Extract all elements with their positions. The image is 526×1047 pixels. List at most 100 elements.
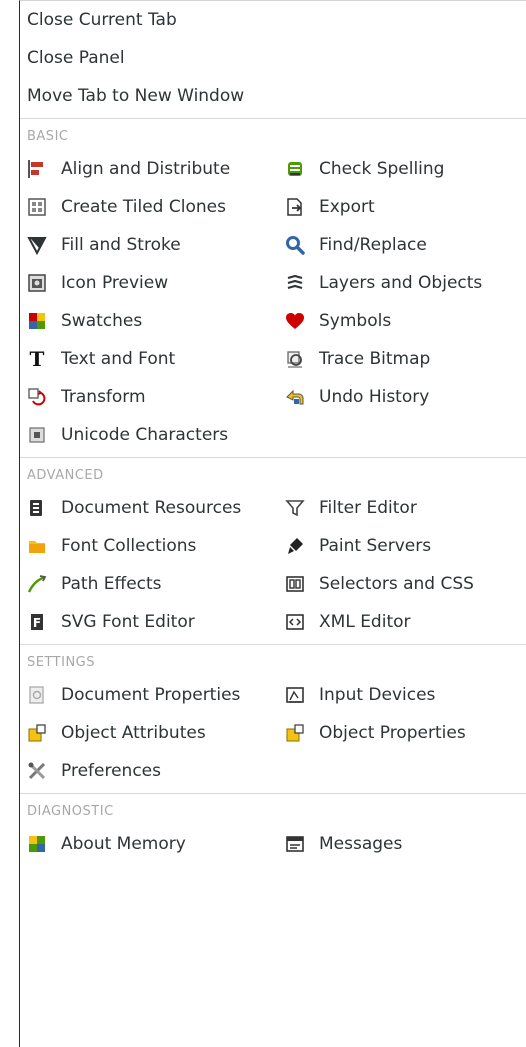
menu-item-label: Layers and Objects: [319, 273, 483, 293]
menu-item-input-devices[interactable]: Input Devices: [278, 676, 526, 714]
menu-item-label: Unicode Characters: [61, 425, 229, 445]
svg-text:T: T: [30, 349, 45, 369]
font-collections-icon: [27, 536, 47, 556]
menu-item-label: Align and Distribute: [61, 159, 231, 179]
svg-font-editor-icon: F: [27, 612, 47, 632]
menu-item-label: Document Resources: [61, 498, 242, 518]
menu-item-paint-servers[interactable]: Paint Servers: [278, 527, 526, 565]
undo-history-icon: [285, 387, 305, 407]
menu-item-undo-history[interactable]: Undo History: [278, 378, 526, 416]
close-current-tab-item[interactable]: Close Current Tab: [20, 1, 526, 39]
menu-item-document-resources[interactable]: Document Resources: [20, 489, 278, 527]
path-effects-icon: [27, 574, 47, 594]
menu-item-label: XML Editor: [319, 612, 411, 632]
close-panel-item[interactable]: Close Panel: [20, 39, 526, 77]
menu-item-document-properties[interactable]: Document Properties: [20, 676, 278, 714]
menu-item-font-collections[interactable]: Font Collections: [20, 527, 278, 565]
menu-item-label: Swatches: [61, 311, 143, 331]
trace-bitmap-icon: [285, 349, 305, 369]
menu-item-xml-editor[interactable]: XML Editor: [278, 603, 526, 641]
menu-item-label: Font Collections: [61, 536, 197, 556]
menu-item-layers-and-objects[interactable]: Layers and Objects: [278, 264, 526, 302]
menu-item-label: Undo History: [319, 387, 430, 407]
menu-item-label: Input Devices: [319, 685, 436, 705]
fill-stroke-icon: [27, 235, 47, 255]
advanced-items-grid: Document Resources Filter Editor Font Co…: [20, 489, 526, 641]
menu-item-about-memory[interactable]: About Memory: [20, 825, 278, 863]
menu-item-export[interactable]: Export: [278, 188, 526, 226]
menu-item-trace-bitmap[interactable]: Trace Bitmap: [278, 340, 526, 378]
menu-item-transform[interactable]: Transform: [20, 378, 278, 416]
heart-icon: [285, 311, 305, 331]
menu-item-create-tiled-clones[interactable]: Create Tiled Clones: [20, 188, 278, 226]
transform-icon: [27, 387, 47, 407]
menu-item-icon-preview[interactable]: Icon Preview: [20, 264, 278, 302]
basic-items-grid: Align and Distribute Check Spelling Crea…: [20, 150, 526, 454]
menu-item-align-and-distribute[interactable]: Align and Distribute: [20, 150, 278, 188]
menu-item-path-effects[interactable]: Path Effects: [20, 565, 278, 603]
menu-item-label: Transform: [61, 387, 146, 407]
preferences-icon: [27, 761, 47, 781]
tiled-clones-icon: [27, 197, 47, 217]
menu-item-fill-and-stroke[interactable]: Fill and Stroke: [20, 226, 278, 264]
align-icon: [27, 159, 47, 179]
separator: [20, 457, 526, 458]
object-properties-icon: [285, 723, 305, 743]
messages-icon: [285, 834, 305, 854]
menu-item-label: Paint Servers: [319, 536, 432, 556]
menu-item-label: Path Effects: [61, 574, 162, 594]
menu-item-object-properties[interactable]: Object Properties: [278, 714, 526, 752]
section-header-diagnostic: DIAGNOSTIC: [27, 803, 114, 819]
search-icon: [285, 235, 305, 255]
menu-item-check-spelling[interactable]: Check Spelling: [278, 150, 526, 188]
menu-item-label: Icon Preview: [61, 273, 169, 293]
menu-item-label: Object Attributes: [61, 723, 206, 743]
svg-text:F: F: [33, 616, 41, 630]
selectors-css-icon: [285, 574, 305, 594]
settings-items-grid: Document Properties Input Devices Object…: [20, 676, 526, 790]
separator: [20, 793, 526, 794]
menu-item-label: Filter Editor: [319, 498, 417, 518]
menu-item-label: Messages: [319, 834, 403, 854]
menu-item-label: Symbols: [319, 311, 392, 331]
object-attributes-icon: [27, 723, 47, 743]
move-tab-to-new-window-item[interactable]: Move Tab to New Window: [20, 77, 526, 115]
separator: [20, 644, 526, 645]
document-resources-icon: [27, 498, 47, 518]
menu-item-symbols[interactable]: Symbols: [278, 302, 526, 340]
menu-item-label: Check Spelling: [319, 159, 445, 179]
menu-item-label: Close Current Tab: [27, 10, 177, 30]
menu-item-label: Fill and Stroke: [61, 235, 181, 255]
menu-item-preferences[interactable]: Preferences: [20, 752, 278, 790]
menu-item-find-replace[interactable]: Find/Replace: [278, 226, 526, 264]
filter-icon: [285, 498, 305, 518]
panel-context-menu: Close Current Tab Close Panel Move Tab t…: [19, 0, 526, 1047]
text-icon: T: [27, 349, 47, 369]
menu-item-label: Text and Font: [61, 349, 176, 369]
menu-item-label: Close Panel: [27, 48, 125, 68]
menu-item-label: Move Tab to New Window: [27, 86, 245, 106]
document-properties-icon: [27, 685, 47, 705]
menu-item-messages[interactable]: Messages: [278, 825, 526, 863]
menu-item-label: Selectors and CSS: [319, 574, 474, 594]
menu-item-svg-font-editor[interactable]: F SVG Font Editor: [20, 603, 278, 641]
menu-item-label: Export: [319, 197, 375, 217]
menu-item-label: SVG Font Editor: [61, 612, 195, 632]
section-header-advanced: ADVANCED: [27, 467, 104, 483]
diagnostic-items-grid: About Memory Messages: [20, 825, 526, 863]
layers-icon: [285, 273, 305, 293]
menu-item-label: Object Properties: [319, 723, 466, 743]
menu-item-selectors-and-css[interactable]: Selectors and CSS: [278, 565, 526, 603]
menu-item-unicode-characters[interactable]: Unicode Characters: [20, 416, 278, 454]
menu-item-text-and-font[interactable]: T Text and Font: [20, 340, 278, 378]
menu-item-swatches[interactable]: Swatches: [20, 302, 278, 340]
icon-preview-icon: [27, 273, 47, 293]
menu-item-filter-editor[interactable]: Filter Editor: [278, 489, 526, 527]
menu-item-label: Create Tiled Clones: [61, 197, 226, 217]
menu-item-label: About Memory: [61, 834, 186, 854]
separator: [20, 118, 526, 119]
memory-icon: [27, 834, 47, 854]
menu-item-object-attributes[interactable]: Object Attributes: [20, 714, 278, 752]
paint-servers-icon: [285, 536, 305, 556]
section-header-basic: BASIC: [27, 128, 69, 144]
